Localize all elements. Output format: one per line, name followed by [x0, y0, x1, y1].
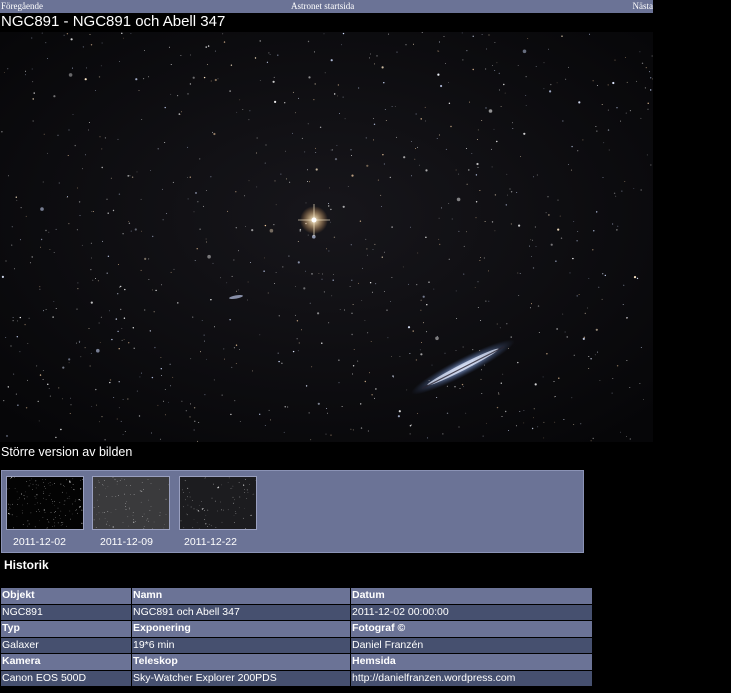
previous-link[interactable]: Föregående — [1, 0, 43, 13]
history-heading: Historik — [4, 558, 49, 572]
value-datum: 2011-12-02 00:00:00 — [351, 604, 592, 620]
larger-version-link[interactable]: Större version av bilden — [1, 444, 132, 460]
value-teleskop: Sky-Watcher Explorer 200PDS — [132, 670, 350, 686]
thumbnail-panel: 2011-12-02 2011-12-09 2011-12-22 — [1, 470, 584, 553]
details-header-row: Typ Exponering Fotograf © — [1, 621, 592, 637]
details-value-row: Galaxer 19*6 min Daniel Franzén — [1, 637, 592, 653]
thumbnail-2[interactable] — [92, 476, 170, 530]
thumbnail-date-2: 2011-12-09 — [100, 536, 153, 548]
label-fotograf: Fotograf © — [351, 621, 592, 637]
value-kamera: Canon EOS 500D — [1, 670, 131, 686]
label-hemsida: Hemsida — [351, 654, 592, 670]
value-exponering: 19*6 min — [132, 637, 350, 653]
label-namn: Namn — [132, 588, 350, 604]
astrophoto-image[interactable] — [0, 32, 653, 442]
value-namn: NGC891 och Abell 347 — [132, 604, 350, 620]
top-navigation-bar: Föregående Astronet startsida Nästa — [0, 0, 653, 13]
value-objekt: NGC891 — [1, 604, 131, 620]
label-kamera: Kamera — [1, 654, 131, 670]
label-typ: Typ — [1, 621, 131, 637]
thumbnail-date-1: 2011-12-02 — [13, 536, 66, 548]
thumbnail-date-3: 2011-12-22 — [184, 536, 237, 548]
thumbnail-3[interactable] — [179, 476, 257, 530]
image-details-table: Objekt Namn Datum NGC891 NGC891 och Abel… — [0, 587, 593, 687]
homepage-link[interactable]: http://danielfranzen.wordpress.com — [352, 672, 515, 684]
starfield-graphic — [0, 32, 653, 442]
page-title: NGC891 - NGC891 och Abell 347 — [1, 13, 226, 30]
details-header-row: Kamera Teleskop Hemsida — [1, 654, 592, 670]
value-typ: Galaxer — [1, 637, 131, 653]
label-objekt: Objekt — [1, 588, 131, 604]
details-header-row: Objekt Namn Datum — [1, 588, 592, 604]
astronet-home-link[interactable]: Astronet startsida — [291, 0, 354, 13]
label-teleskop: Teleskop — [132, 654, 350, 670]
value-fotograf: Daniel Franzén — [351, 637, 592, 653]
details-value-row: Canon EOS 500D Sky-Watcher Explorer 200P… — [1, 670, 592, 686]
label-exponering: Exponering — [132, 621, 350, 637]
details-value-row: NGC891 NGC891 och Abell 347 2011-12-02 0… — [1, 604, 592, 620]
next-link[interactable]: Nästa — [633, 0, 654, 13]
label-datum: Datum — [351, 588, 592, 604]
thumbnail-1[interactable] — [6, 476, 84, 530]
value-hemsida[interactable]: http://danielfranzen.wordpress.com — [351, 670, 592, 686]
